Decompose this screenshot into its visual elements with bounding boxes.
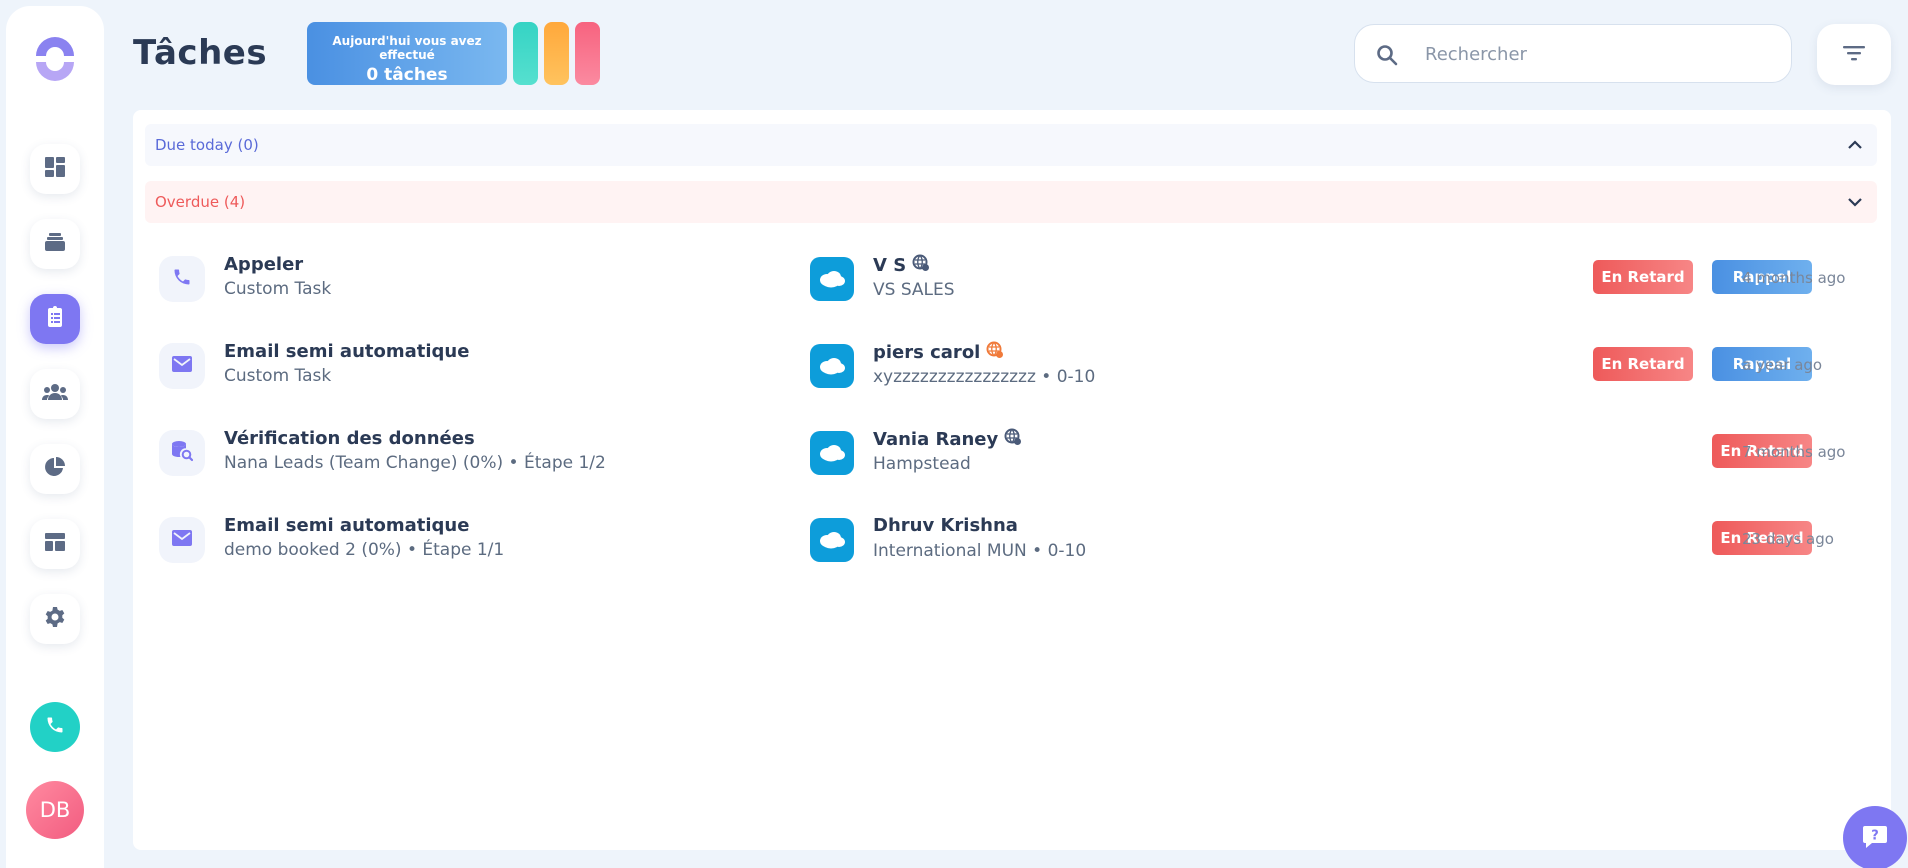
gear-icon	[43, 605, 67, 633]
table-row[interactable]: Appeler Custom Task V S VS SALES En Reta…	[133, 245, 1891, 315]
overdue-badge[interactable]: En Retard	[1593, 347, 1693, 381]
contact-name-text: V S	[873, 255, 907, 276]
task-subtitle: Nana Leads (Team Change) (0%) • Étape 1/…	[224, 453, 606, 473]
sidebar: DB	[6, 6, 104, 868]
group-icon	[42, 380, 68, 408]
database-search-icon	[171, 440, 194, 466]
today-summary-label: Aujourd'hui vous avez effectué	[332, 34, 482, 62]
sidebar-item-contacts[interactable]	[30, 369, 80, 419]
tasks-panel: Due today (0) Overdue (4) Appeler Custom…	[133, 110, 1891, 850]
stat-pill-orange[interactable]	[544, 22, 569, 85]
sidebar-phone-button[interactable]	[30, 702, 80, 752]
task-title[interactable]: Email semi automatique	[224, 341, 469, 362]
filter-button[interactable]	[1817, 24, 1891, 85]
task-subtitle: Custom Task	[224, 366, 332, 386]
overdue-badge[interactable]: En Retard	[1593, 260, 1693, 294]
contact-company: VS SALES	[873, 280, 955, 300]
sidebar-item-inbox[interactable]	[30, 219, 80, 269]
task-time: a year ago	[1742, 356, 1823, 374]
sidebar-item-reports[interactable]	[30, 444, 80, 494]
globe-status-icon	[986, 341, 1004, 364]
stat-pill-teal[interactable]	[513, 22, 538, 85]
table-row[interactable]: Vérification des données Nana Leads (Tea…	[133, 419, 1891, 489]
contact-name[interactable]: piers carol	[873, 341, 1004, 364]
task-subtitle: demo booked 2 (0%) • Étape 1/1	[224, 540, 505, 560]
globe-status-icon	[1004, 428, 1022, 451]
svg-text:?: ?	[1871, 829, 1879, 844]
task-type-icon	[159, 430, 205, 476]
section-due-today[interactable]: Due today (0)	[145, 124, 1877, 166]
task-title[interactable]: Appeler	[224, 254, 303, 275]
table-row[interactable]: Email semi automatique Custom Task piers…	[133, 332, 1891, 402]
section-due-today-label: Due today (0)	[155, 136, 259, 154]
contact-name[interactable]: V S	[873, 254, 930, 277]
help-chat-icon: ?	[1861, 822, 1889, 854]
task-time: 7 months ago	[1742, 443, 1846, 461]
contact-name-text: Dhruv Krishna	[873, 515, 1018, 536]
sidebar-item-templates[interactable]	[30, 519, 80, 569]
globe-status-icon	[912, 254, 930, 277]
help-chat-button[interactable]: ?	[1843, 806, 1907, 868]
task-title[interactable]: Email semi automatique	[224, 515, 469, 536]
layout-icon	[43, 530, 67, 558]
today-summary-count: 0 tâches	[366, 65, 448, 85]
task-type-icon	[159, 256, 205, 302]
task-time: 23 days ago	[1742, 530, 1834, 548]
contact-name-text: Vania Raney	[873, 429, 999, 450]
contact-company: xyzzzzzzzzzzzzzzzz • 0-10	[873, 367, 1096, 387]
task-type-icon	[159, 517, 205, 563]
salesforce-icon[interactable]	[810, 431, 854, 475]
phone-icon	[172, 267, 192, 291]
pie-chart-icon	[43, 455, 67, 483]
avatar[interactable]: DB	[26, 781, 84, 839]
sidebar-item-tasks[interactable]	[30, 294, 80, 344]
stack-icon	[43, 230, 67, 258]
task-subtitle: Custom Task	[224, 279, 332, 299]
contact-name-text: piers carol	[873, 342, 981, 363]
salesforce-icon[interactable]	[810, 518, 854, 562]
search-icon	[1375, 43, 1399, 71]
salesforce-icon[interactable]	[810, 344, 854, 388]
task-type-icon	[159, 343, 205, 389]
search-box	[1354, 24, 1792, 83]
filter-icon	[1842, 43, 1866, 67]
sidebar-item-dashboard[interactable]	[30, 144, 80, 194]
clipboard-list-icon	[43, 305, 67, 333]
mail-icon	[172, 530, 192, 550]
task-time: 4 months ago	[1742, 269, 1846, 287]
section-overdue-label: Overdue (4)	[155, 193, 246, 211]
chevron-down-icon[interactable]	[1847, 194, 1863, 214]
page-title: Tâches	[133, 33, 268, 73]
stat-pill-pink[interactable]	[575, 22, 600, 85]
ring-logo-icon[interactable]	[32, 36, 78, 82]
dashboard-icon	[43, 155, 67, 183]
contact-company: International MUN • 0-10	[873, 541, 1087, 561]
chevron-up-icon[interactable]	[1847, 137, 1863, 157]
search-input[interactable]	[1425, 39, 1765, 69]
contact-company: Hampstead	[873, 454, 971, 474]
mail-icon	[172, 356, 192, 376]
contact-name[interactable]: Dhruv Krishna	[873, 515, 1018, 536]
today-summary-card: Aujourd'hui vous avez effectué 0 tâches	[307, 22, 507, 85]
contact-name[interactable]: Vania Raney	[873, 428, 1022, 451]
task-title[interactable]: Vérification des données	[224, 428, 475, 449]
phone-icon	[45, 715, 65, 739]
salesforce-icon[interactable]	[810, 257, 854, 301]
sidebar-item-settings[interactable]	[30, 594, 80, 644]
section-overdue[interactable]: Overdue (4)	[145, 181, 1877, 223]
table-row[interactable]: Email semi automatique demo booked 2 (0%…	[133, 506, 1891, 576]
